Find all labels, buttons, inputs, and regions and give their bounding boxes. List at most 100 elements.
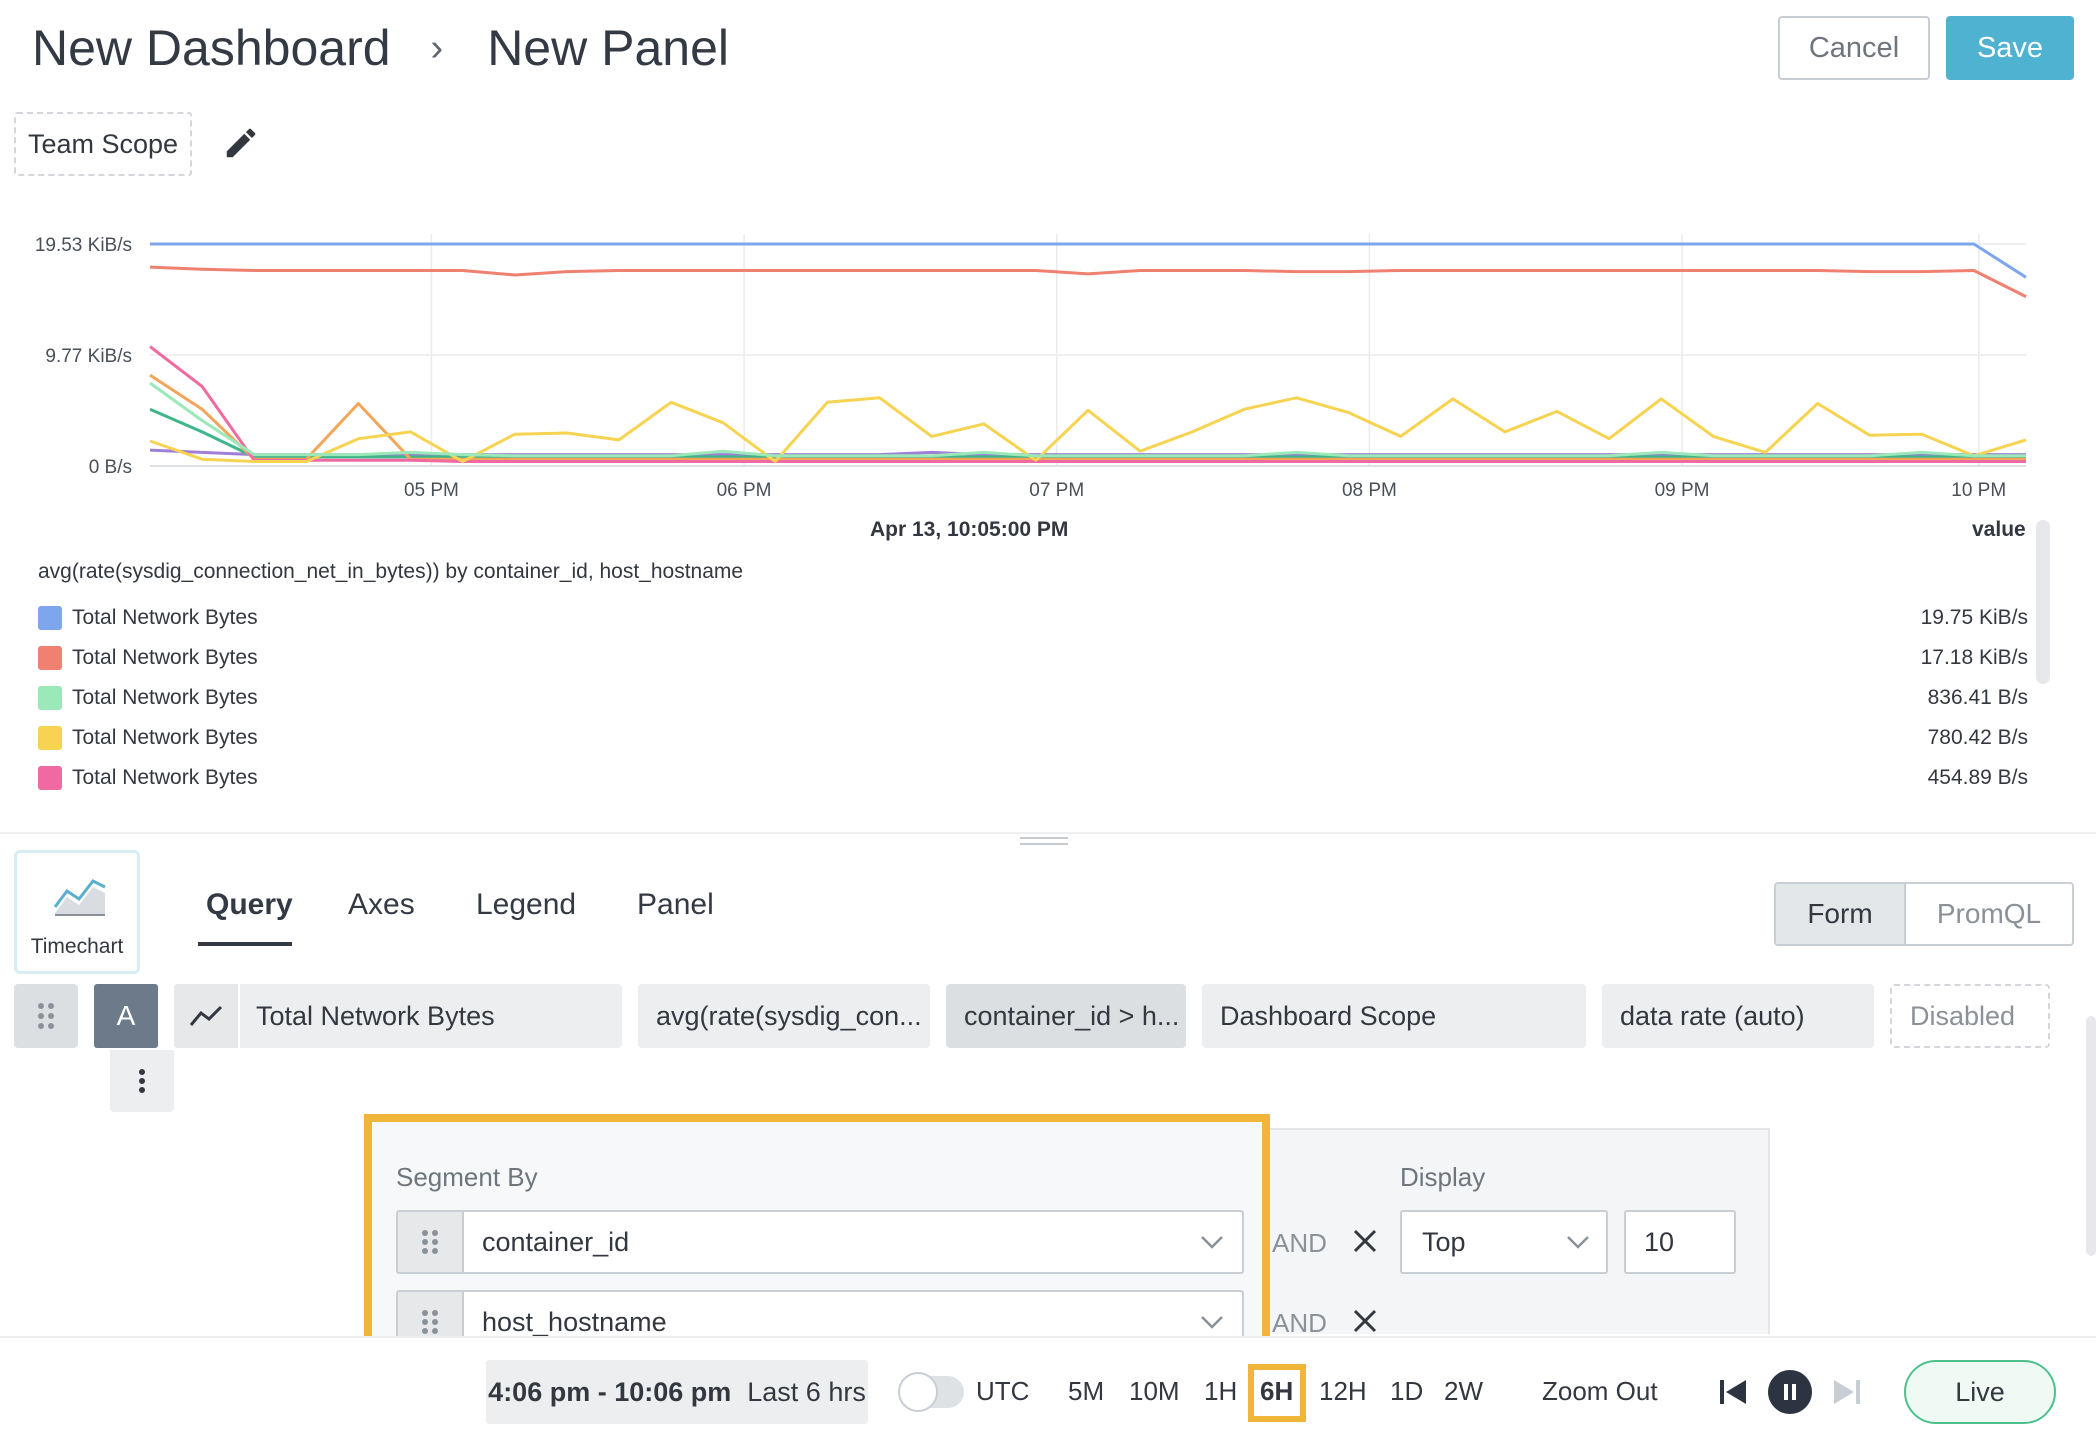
y-tick-label: 19.53 KiB/s [35,235,132,256]
save-button[interactable]: Save [1946,16,2074,80]
display-label: Display [1400,1162,1486,1192]
query-mode-toggle: Form PromQL [1774,882,2074,946]
segment-by-value: host_hostname [482,1306,667,1337]
legend-item-value: 836.41 B/s [1927,686,2028,709]
pause-icon [1784,1384,1796,1400]
chevron-down-icon [1567,1236,1589,1249]
toggle-knob [898,1372,938,1412]
zoom-5m-button[interactable]: 5M [1068,1376,1104,1407]
legend-item[interactable]: Total Network Bytes 836.41 B/s [38,678,2028,718]
segment-by-select[interactable]: container_id [396,1210,1244,1274]
legend-item[interactable]: Total Network Bytes 19.75 KiB/s [38,598,2028,638]
edit-pencil-icon[interactable] [222,124,260,162]
remove-segment-icon[interactable] [1350,1306,1380,1336]
legend-item-name: Total Network Bytes [72,606,258,629]
tab-query[interactable]: Query [206,888,293,922]
zoom-out-button[interactable]: Zoom Out [1542,1376,1658,1407]
legend-scrollbar[interactable] [2036,520,2050,684]
legend-item-value: 454.89 B/s [1927,766,2028,789]
zoom-2w-button[interactable]: 2W [1444,1376,1483,1407]
pause-button[interactable] [1768,1370,1812,1414]
display-top-value: Top [1422,1226,1466,1257]
query-letter-badge[interactable]: A [94,984,158,1048]
timechart-icon [53,879,106,916]
zoom-1d-button[interactable]: 1D [1390,1376,1423,1407]
x-tick-label: 06 PM [717,480,772,501]
legend-swatch [38,726,62,750]
x-tick-label: 09 PM [1655,480,1710,501]
y-tick-label: 0 B/s [89,457,132,478]
metric-expression-field[interactable]: avg(rate(sysdig_con... [638,984,930,1048]
remove-segment-icon[interactable] [1350,1226,1380,1256]
team-scope-chip[interactable]: Team Scope [14,112,192,176]
zoom-1h-button[interactable]: 1H [1204,1376,1237,1407]
display-top-select[interactable]: Top [1400,1210,1608,1274]
legend-item-value: 17.18 KiB/s [1920,646,2028,669]
legend-swatch [38,646,62,670]
breadcrumb-panel: New Panel [487,20,729,76]
unit-field[interactable]: data rate (auto) [1602,984,1874,1048]
panel-divider [0,832,2096,834]
legend-item-name: Total Network Bytes [72,686,258,709]
utc-label: UTC [976,1376,1030,1406]
zoom-12h-button[interactable]: 12H [1319,1376,1367,1407]
metric-type-button[interactable] [174,984,240,1048]
skip-forward-icon [1834,1380,1860,1404]
tab-axes[interactable]: Axes [348,888,415,922]
skip-back-icon[interactable] [1718,1378,1748,1406]
editor-scrollbar[interactable] [2086,1016,2096,1256]
segment-drag-handle[interactable] [398,1212,464,1272]
legend-query-text: avg(rate(sysdig_connection_net_in_bytes)… [38,560,744,583]
and-label: AND [1272,1228,1327,1258]
legend-item-name: Total Network Bytes [72,646,258,669]
query-more-button[interactable] [110,1050,174,1112]
live-button[interactable]: Live [1904,1360,2056,1424]
legend-item[interactable]: Total Network Bytes 780.42 B/s [38,718,2028,758]
breadcrumb-separator-icon: › [430,26,444,69]
query-drag-handle[interactable] [14,984,78,1048]
alert-field[interactable]: Disabled [1890,984,2050,1048]
drag-dots-icon [38,1003,54,1029]
legend-item-value: 780.42 B/s [1927,726,2028,749]
drag-dots-icon [422,1230,438,1254]
kebab-menu-icon [139,1069,145,1093]
tab-panel[interactable]: Panel [637,888,714,922]
legend-item[interactable]: Total Network Bytes 454.89 B/s [38,758,2028,798]
legend-item-name: Total Network Bytes [72,766,258,789]
display-limit-input[interactable]: 10 [1624,1210,1736,1274]
x-tick-label: 08 PM [1342,480,1397,501]
legend-item[interactable]: Total Network Bytes 17.18 KiB/s [38,638,2028,678]
x-tick-label: 07 PM [1029,480,1084,501]
resize-grip-line[interactable] [1020,837,1068,839]
line-chart-icon [189,1005,223,1026]
resize-grip-line[interactable] [1020,843,1068,845]
legend-item-name: Total Network Bytes [72,726,258,749]
segment-by-value: container_id [482,1226,630,1257]
viz-type-timechart[interactable]: Timechart [14,850,140,974]
cancel-button[interactable]: Cancel [1778,16,1930,80]
drag-dots-icon [422,1310,438,1334]
legend-swatch [38,606,62,630]
mode-form-button[interactable]: Form [1776,884,1906,944]
scope-field[interactable]: Dashboard Scope [1202,984,1586,1048]
time-range-description: Last 6 hrs [747,1376,866,1407]
x-tick-label: 10 PM [1951,480,2006,501]
metric-name-field[interactable]: Total Network Bytes [174,984,622,1048]
x-tick-label: 05 PM [404,480,459,501]
breadcrumb-dashboard[interactable]: New Dashboard [32,19,391,77]
legend-swatch [38,766,62,790]
segmentation-field[interactable]: container_id > h... [946,984,1186,1048]
mode-promql-button[interactable]: PromQL [1906,884,2072,944]
chevron-down-icon [1182,1315,1242,1329]
breadcrumb: New Dashboard › New Panel [32,16,729,80]
y-tick-label: 9.77 KiB/s [45,346,132,367]
zoom-6h-button[interactable]: 6H [1260,1376,1293,1407]
zoom-10m-button[interactable]: 10M [1129,1376,1180,1407]
and-label: AND [1272,1308,1327,1338]
viz-type-label: Timechart [30,935,124,958]
tab-legend[interactable]: Legend [476,888,576,922]
legend-list: Total Network Bytes 19.75 KiB/s Total Ne… [38,598,2028,798]
timechart[interactable]: 19.53 KiB/s 9.77 KiB/s 0 B/s 05 PM 06 PM 07 P… [0,190,2096,550]
utc-toggle[interactable] [898,1372,964,1412]
time-range-picker[interactable]: 4:06 pm - 10:06 pm Last 6 hrs [486,1360,868,1424]
